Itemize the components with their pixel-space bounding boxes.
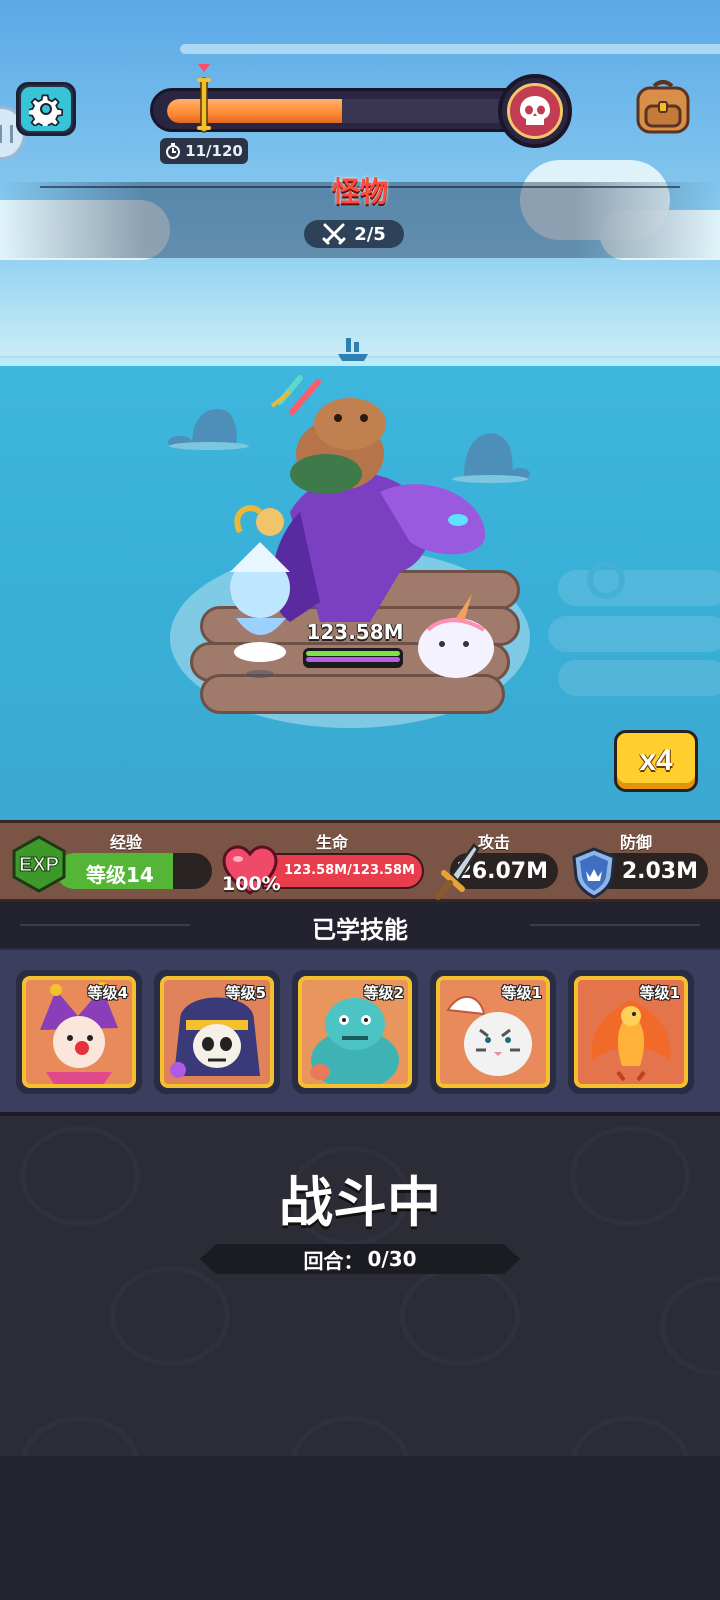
skill-card[interactable]: 等级4: [16, 970, 142, 1094]
skill-card[interactable]: 等级2: [292, 970, 418, 1094]
stage-progress-track: [167, 99, 517, 123]
timer-value: 11/120: [185, 142, 243, 160]
skill-card[interactable]: 等级1: [568, 970, 694, 1094]
cloud-streak: [180, 44, 720, 54]
backpack-icon: [636, 80, 690, 134]
hp-percent: 100%: [222, 873, 281, 895]
level-text: 等级14: [86, 863, 154, 887]
skill-portrait: 等级1: [574, 976, 688, 1088]
background-pattern: [110, 1266, 230, 1366]
next-raft-ghost: [548, 561, 720, 696]
sword-icon: [435, 843, 480, 900]
skill-portrait: 等级2: [298, 976, 412, 1088]
wave-counter: 2/5: [304, 220, 404, 248]
exp-bar: 等级14: [56, 853, 212, 889]
settings-button[interactable]: [16, 82, 76, 136]
crossed-swords-icon: [322, 223, 346, 245]
distant-ship-icon: [338, 338, 368, 361]
skill-card[interactable]: 等级1: [430, 970, 556, 1094]
progress-marker-icon: [197, 64, 211, 133]
bottom-shade: [0, 1456, 720, 1600]
clock-icon: [166, 143, 181, 159]
hero-hp-fill: [306, 651, 400, 656]
speed-toggle-button[interactable]: x4: [614, 730, 698, 792]
round-label: 回合：: [303, 1248, 364, 1273]
boss-badge: [498, 74, 572, 148]
stage-progress-fill: [167, 99, 342, 123]
attack-label: 攻击: [478, 833, 511, 852]
hero-shield-fill: [306, 657, 400, 662]
backpack-button[interactable]: [634, 78, 692, 139]
hp-bar: 123.58M/123.58M: [262, 853, 424, 889]
skill-level: 等级1: [639, 984, 680, 1002]
shield-icon: [572, 847, 616, 899]
skill-level: 等级4: [87, 984, 128, 1002]
exp-label: 经验: [110, 833, 143, 852]
skill-card[interactable]: 等级5: [154, 970, 280, 1094]
skill-level: 等级2: [363, 984, 404, 1002]
skill-portrait: 等级5: [160, 976, 274, 1088]
battle-status-title: 战斗中: [279, 1171, 441, 1234]
background-pattern: [660, 1276, 720, 1376]
wave-value: 2/5: [354, 223, 386, 245]
battle-scene: 123.58M x4 11/120 怪物 2/5: [0, 0, 720, 820]
round-counter: 回合： 0/30: [200, 1244, 520, 1274]
learned-skills-list: 等级4 等级5 等级2 等级1 等级1: [0, 948, 720, 1116]
exp-badge-text: EXP: [19, 854, 59, 876]
hp-value: 123.58M/123.58M: [284, 863, 415, 878]
learned-skills-header: 已学技能: [0, 902, 720, 948]
skill-portrait: 等级1: [436, 976, 550, 1088]
exp-badge-icon: EXP: [12, 835, 66, 893]
skill-level: 等级1: [501, 984, 542, 1002]
hero-hp-value: 123.58M: [306, 620, 404, 644]
skill-level: 等级5: [225, 984, 266, 1002]
skill-portrait: 等级4: [22, 976, 136, 1088]
round-value: 0/30: [367, 1247, 417, 1271]
gear-icon: [29, 94, 63, 126]
learned-skills-title: 已学技能: [312, 916, 408, 944]
skull-icon: [520, 96, 550, 125]
player-stats-bar: 经验 等级14 EXP 生命 123.58M/123.58M 100% 攻击 2…: [0, 820, 720, 902]
stage-timer: 11/120: [160, 138, 248, 164]
hero-hp-bar: [303, 648, 403, 668]
background-pattern: [400, 1266, 520, 1366]
hp-label: 生命: [316, 833, 349, 852]
defense-label: 防御: [620, 833, 653, 852]
stage-title: 怪物: [331, 175, 388, 208]
